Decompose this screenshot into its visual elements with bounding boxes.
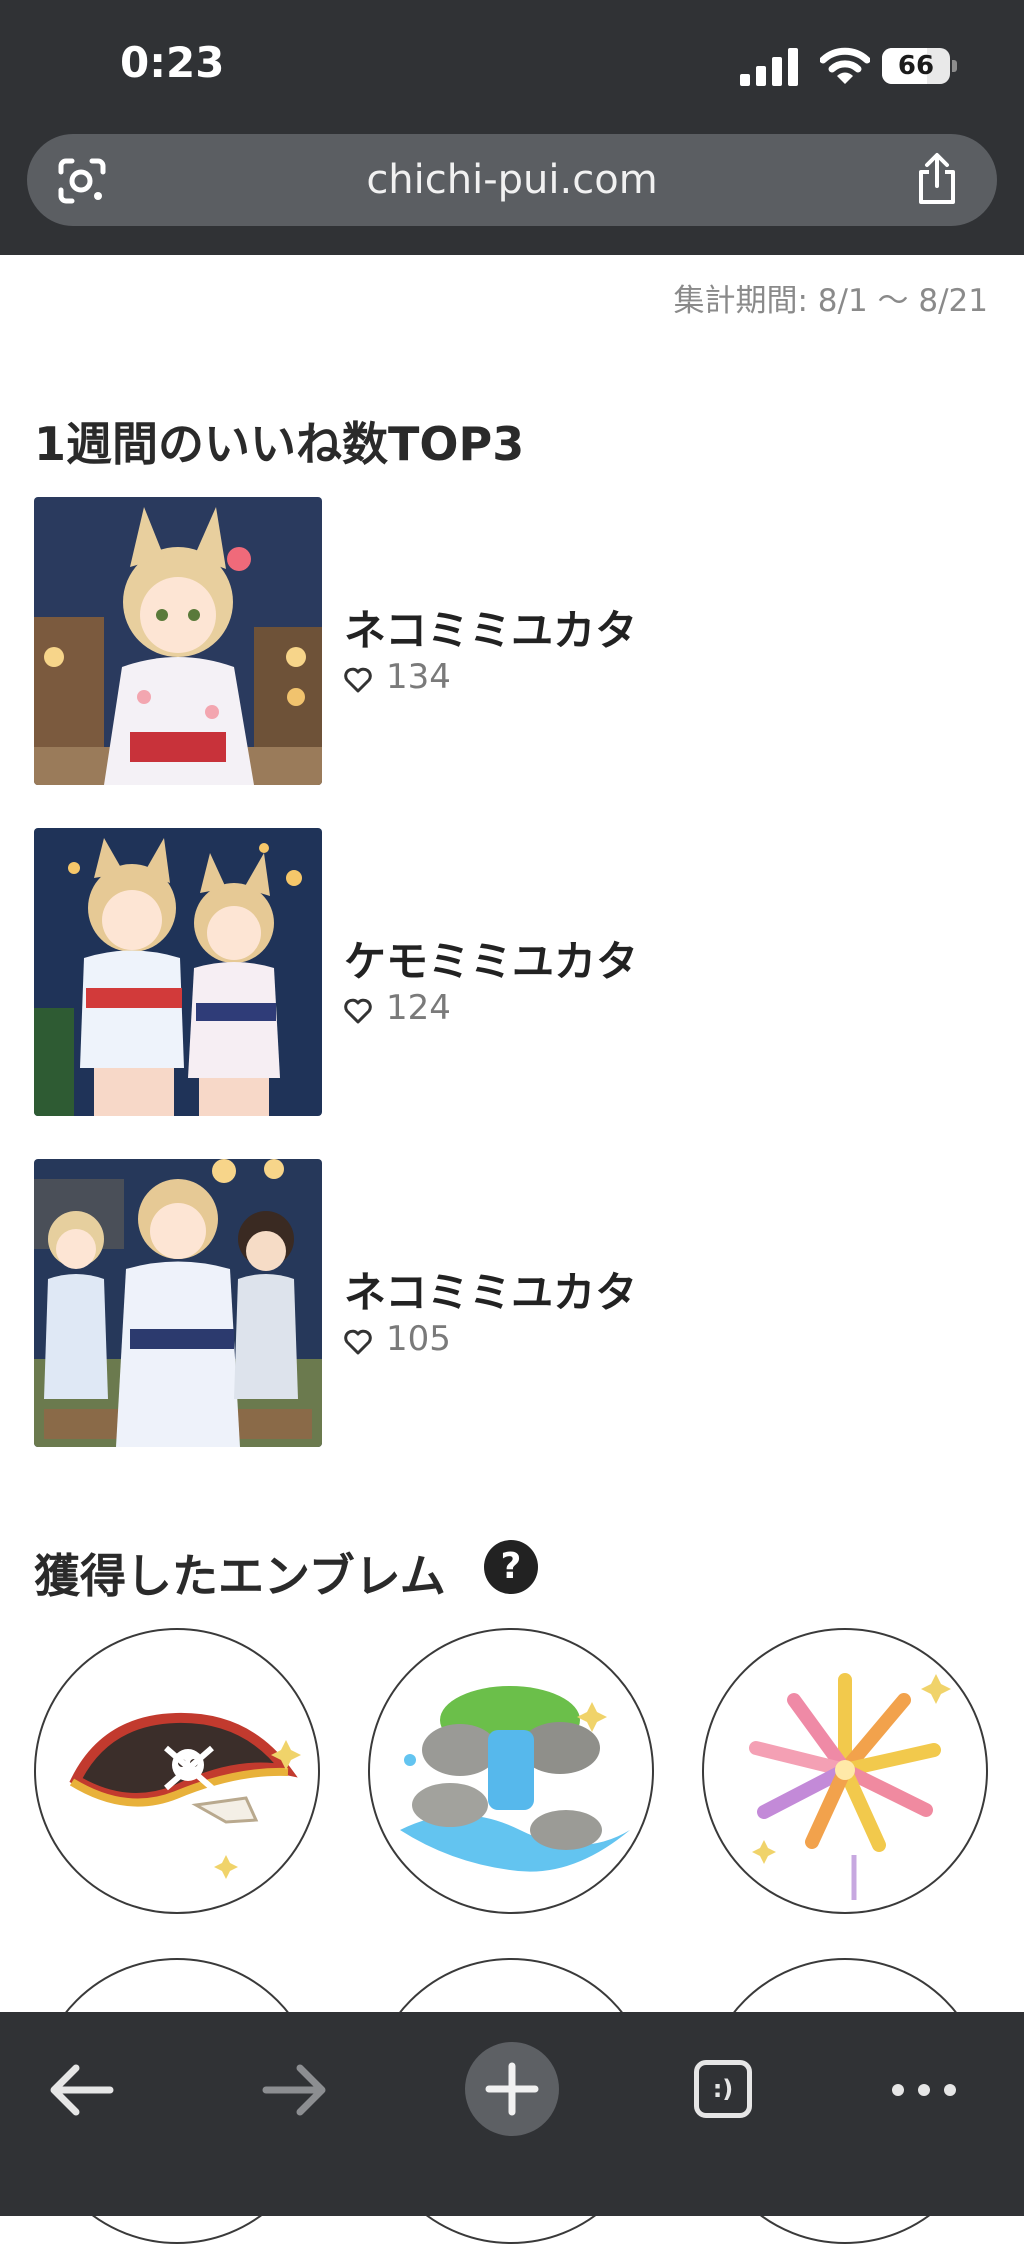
- like-count: 124: [344, 988, 544, 1034]
- like-count-value: 124: [386, 988, 451, 1028]
- wifi-icon: [820, 47, 870, 84]
- battery-indicator: 66: [882, 48, 950, 84]
- back-arrow-icon[interactable]: [40, 2050, 120, 2130]
- tab-switcher-button[interactable]: :): [694, 2060, 752, 2118]
- ranking-item[interactable]: ケモミミユカタ 124: [34, 828, 974, 1118]
- status-icons: 66: [740, 44, 990, 90]
- ranking-item[interactable]: ネコミミユカタ 105: [34, 1159, 974, 1449]
- artwork-thumbnail[interactable]: [34, 1159, 322, 1447]
- url-text[interactable]: chichi-pui.com: [227, 134, 797, 226]
- fireworks-icon: [749, 1673, 951, 1900]
- more-icon[interactable]: [884, 2050, 964, 2130]
- cellular-signal-icon: [740, 48, 798, 86]
- emblem-fireworks[interactable]: [702, 1628, 988, 1914]
- battery-level: 66: [897, 51, 935, 81]
- artwork-thumbnail[interactable]: [34, 828, 322, 1116]
- waterfall-icon: [400, 1686, 630, 1872]
- like-count: 105: [344, 1319, 544, 1365]
- battery-tip: [952, 60, 957, 72]
- artwork-title[interactable]: ネコミミユカタ: [344, 597, 844, 658]
- forward-arrow-icon[interactable]: [256, 2050, 336, 2130]
- status-time: 0:23: [120, 38, 225, 87]
- address-bar[interactable]: chichi-pui.com: [27, 134, 997, 226]
- new-tab-button[interactable]: [465, 2042, 559, 2136]
- top3-section-title: 1週間のいいね数TOP3: [34, 417, 525, 471]
- plus-icon: [485, 2062, 539, 2116]
- heart-icon: [344, 1329, 372, 1355]
- aggregation-period: 集計期間: 8/1 〜 8/21: [673, 283, 988, 319]
- tab-switcher-icon: :): [694, 2060, 752, 2118]
- heart-icon: [344, 998, 372, 1024]
- artwork-title[interactable]: ネコミミユカタ: [344, 1259, 844, 1320]
- emblem-section-title: 獲得したエンブレム: [34, 1549, 446, 1603]
- like-count: 134: [344, 657, 544, 703]
- share-icon[interactable]: [913, 152, 961, 206]
- artwork-title[interactable]: ケモミミユカタ: [344, 928, 844, 989]
- help-icon[interactable]: ?: [484, 1540, 538, 1594]
- browser-bottom-toolbar: :): [0, 2012, 1024, 2216]
- pirate-hat-icon: [69, 1712, 301, 1879]
- emblem-pirate-hat[interactable]: [34, 1628, 320, 1914]
- ranking-item[interactable]: ネコミミユカタ 134: [34, 497, 974, 787]
- heart-icon: [344, 667, 372, 693]
- browser-top-bar: 0:23 66 chichi-pui.com: [0, 0, 1024, 255]
- lens-search-icon[interactable]: [57, 158, 107, 204]
- like-count-value: 134: [386, 657, 451, 697]
- artwork-thumbnail[interactable]: [34, 497, 322, 785]
- emblem-waterfall[interactable]: [368, 1628, 654, 1914]
- like-count-value: 105: [386, 1319, 451, 1359]
